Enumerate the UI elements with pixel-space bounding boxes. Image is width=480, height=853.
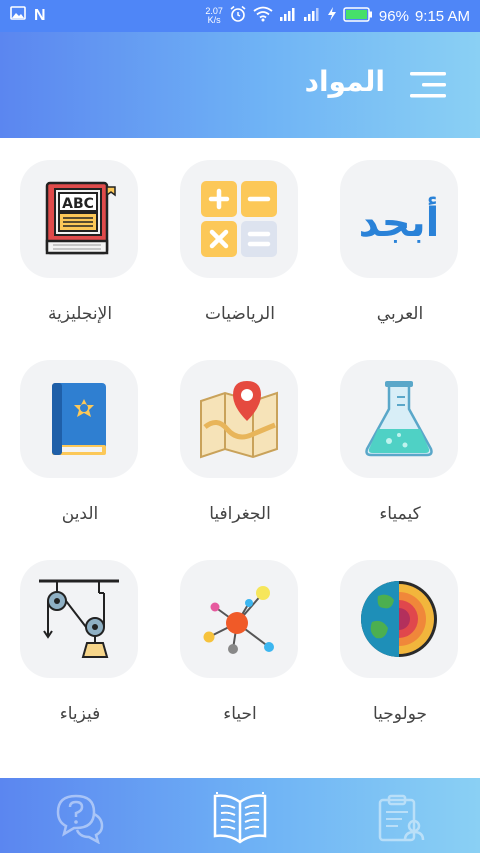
abc-book-icon: ABC <box>45 181 116 255</box>
subject-label: الرياضيات <box>205 304 275 324</box>
earth-layers-icon <box>361 581 437 657</box>
net-speed: 2.07 K/s <box>205 7 223 25</box>
arabic-icon-text: أبجد <box>359 196 440 246</box>
status-bar: N 2.07 K/s 96% 9:15 AM <box>0 0 480 32</box>
english-icon-text: ABC <box>62 196 94 212</box>
subject-grid: أبجد العربي الرياضيات ABC الإنجليزية كيم… <box>0 138 480 778</box>
charging-icon <box>327 7 337 25</box>
subject-label: كيمياء <box>379 504 421 524</box>
subject-label: الإنجليزية <box>47 304 113 324</box>
subject-tile <box>20 360 138 478</box>
net-speed-unit: K/s <box>207 15 221 25</box>
question-chat-icon <box>56 794 104 844</box>
menu-button[interactable] <box>408 70 448 100</box>
nav-profile[interactable] <box>370 790 430 846</box>
subject-tile <box>20 560 138 678</box>
subject-label: جولوجيا <box>372 704 428 724</box>
signal-icon <box>279 7 297 25</box>
subject-biology[interactable]: احياء <box>160 538 320 738</box>
subject-physics[interactable]: فيزياء <box>0 538 160 738</box>
wifi-icon <box>253 6 273 26</box>
subject-tile <box>180 160 298 278</box>
gallery-icon <box>10 6 26 25</box>
nav-questions[interactable] <box>50 790 110 846</box>
subject-geology[interactable]: جولوجيا <box>320 538 480 738</box>
subject-tile: ABC <box>20 160 138 278</box>
bottom-nav <box>0 778 480 853</box>
subject-arabic[interactable]: أبجد العربي <box>320 138 480 338</box>
open-book-icon <box>213 792 267 844</box>
subject-label: العربي <box>376 304 424 324</box>
pulley-icon <box>39 579 119 658</box>
carrier-letter: N <box>34 6 46 24</box>
subject-tile: أبجد <box>340 160 458 278</box>
subject-tile <box>180 560 298 678</box>
subject-math[interactable]: الرياضيات <box>160 138 320 338</box>
nav-subjects[interactable] <box>210 790 270 846</box>
alarm-icon <box>229 5 247 27</box>
calculator-icon <box>201 181 277 257</box>
arabic-letters-icon: أبجد <box>359 196 440 246</box>
battery-icon <box>343 6 373 26</box>
subject-label: فيزياء <box>59 704 101 724</box>
quran-book-icon <box>52 383 106 455</box>
signal-2-icon <box>303 7 321 25</box>
app-header: المواد <box>0 32 480 138</box>
flask-icon <box>365 381 433 457</box>
subject-tile <box>340 360 458 478</box>
subject-label: الدين <box>61 504 99 524</box>
subject-religion[interactable]: الدين <box>0 338 160 538</box>
subject-tile <box>180 360 298 478</box>
map-pin-icon <box>200 381 278 459</box>
subject-label: احياء <box>223 704 257 724</box>
subject-geography[interactable]: الجغرافيا <box>160 338 320 538</box>
subject-chemistry[interactable]: كيمياء <box>320 338 480 538</box>
subject-label: الجغرافيا <box>209 504 271 524</box>
subject-tile <box>340 560 458 678</box>
battery-percent: 96% <box>378 7 409 25</box>
molecule-icon <box>203 586 274 654</box>
hamburger-menu-icon <box>410 72 446 98</box>
subject-english[interactable]: ABC الإنجليزية <box>0 138 160 338</box>
clock: 9:15 AM <box>414 7 470 25</box>
clipboard-user-icon <box>378 794 425 842</box>
page-title: المواد <box>304 65 385 98</box>
